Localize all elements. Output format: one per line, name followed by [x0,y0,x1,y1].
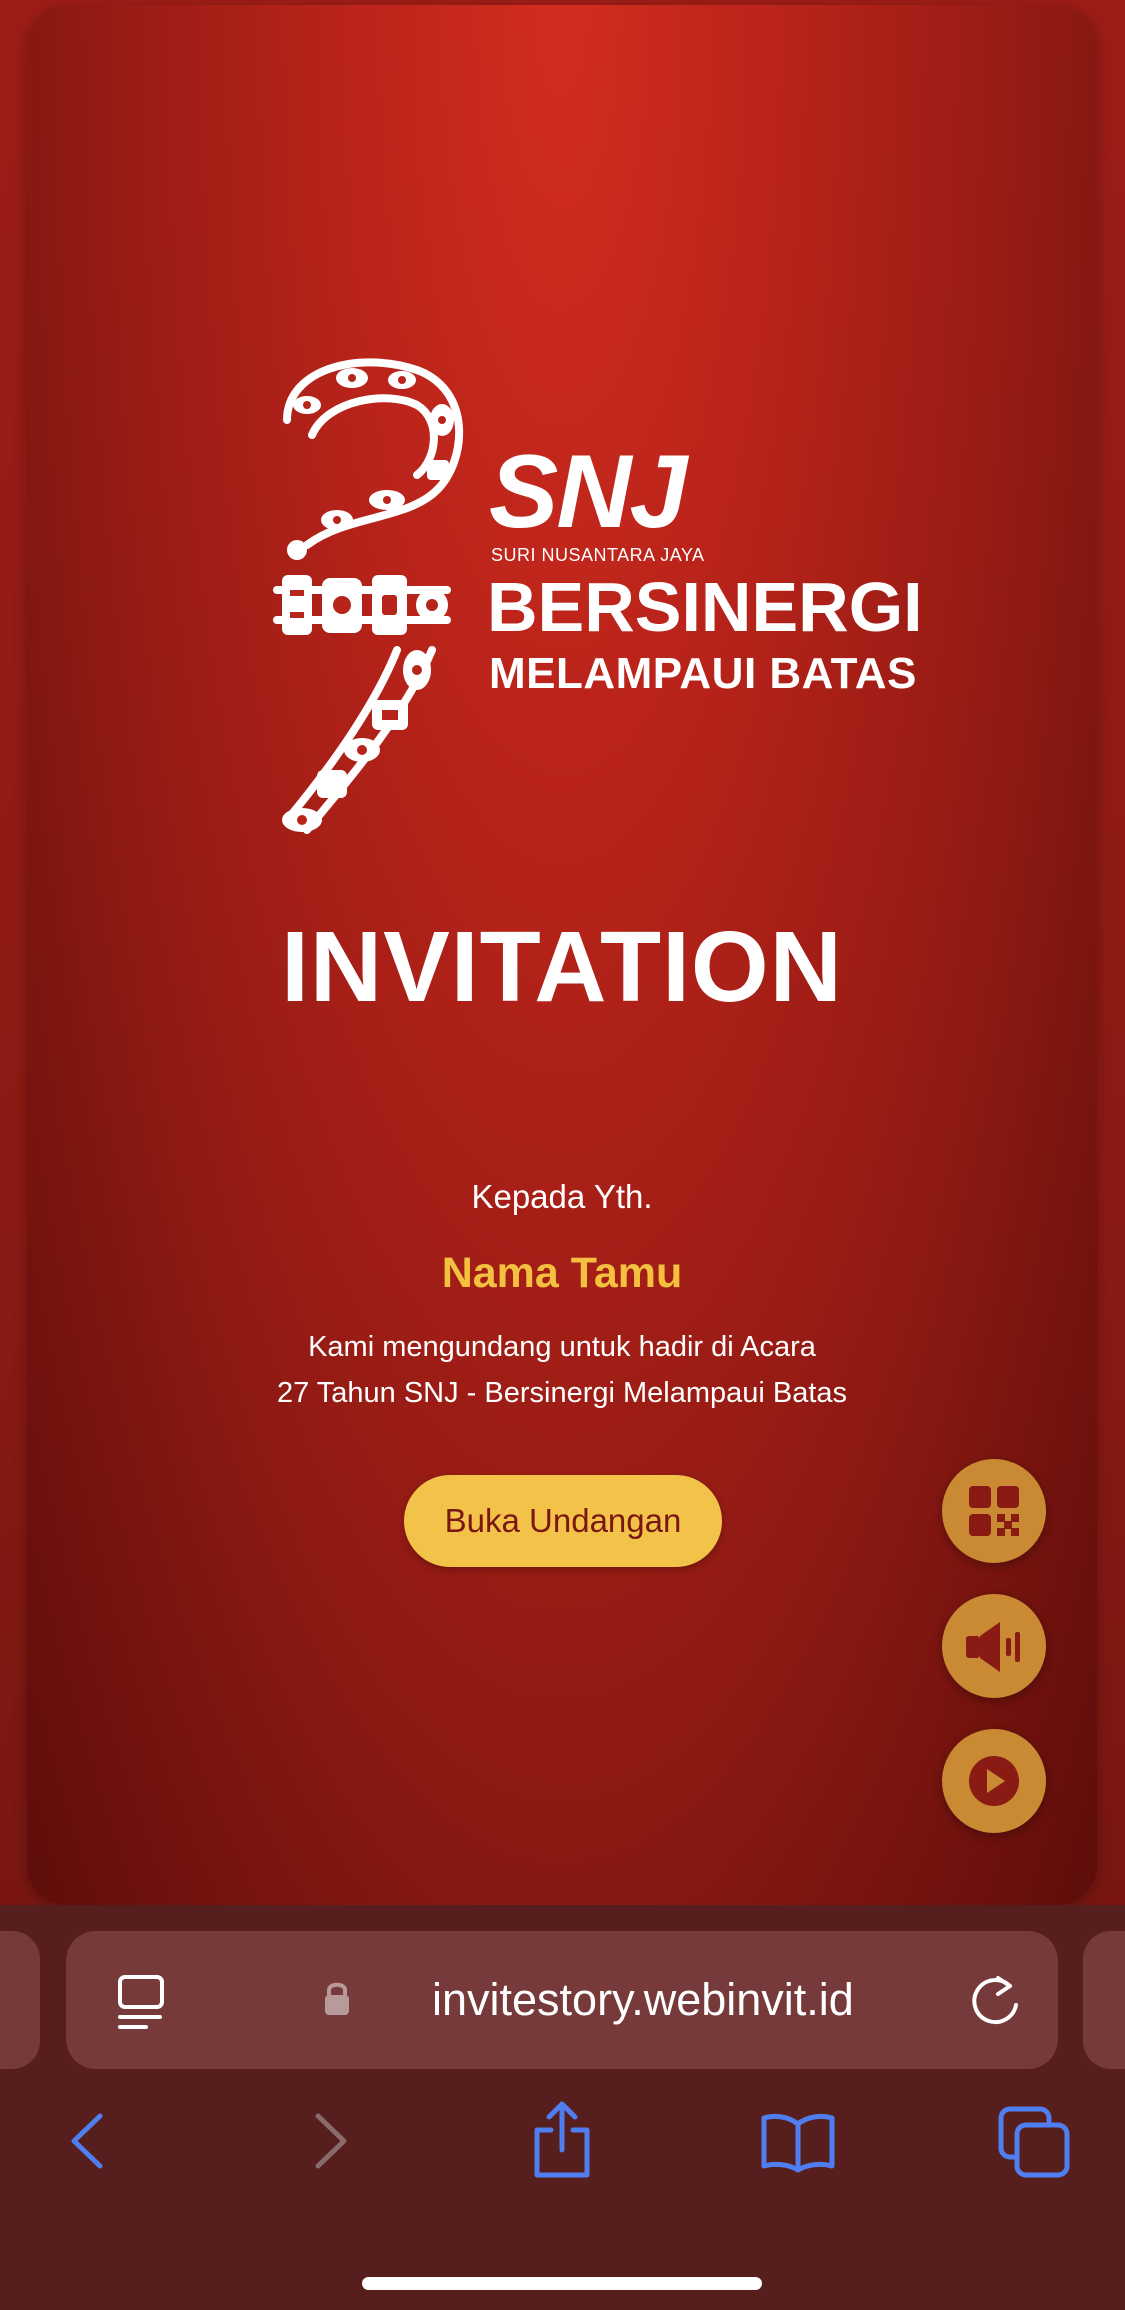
lock-icon [325,1982,349,2015]
snj-anniversary-logo: SNJ SURI NUSANTARA JAYA BERSINERGI MELAM… [267,350,957,850]
qr-code-button[interactable] [942,1459,1046,1563]
bookmarks-icon[interactable] [760,2110,836,2174]
previous-tab-preview[interactable] [0,1931,40,2069]
home-indicator[interactable] [362,2277,762,2290]
qr-code-icon [969,1486,1019,1536]
forward-icon[interactable] [306,2110,354,2172]
invitation-headline: INVITATION [281,911,843,1023]
invite-text-line-2: 27 Tahun SNJ - Bersinergi Melampaui Bata… [276,1377,848,1409]
share-icon[interactable] [527,2100,597,2180]
play-button[interactable] [942,1729,1046,1833]
reader-icon[interactable] [116,1974,168,2030]
tabs-icon[interactable] [997,2105,1071,2179]
speaker-icon [966,1622,1020,1672]
url-text[interactable]: invitestory.webinvit.id [432,1975,854,2025]
reload-icon[interactable] [968,1972,1024,2030]
address-bar[interactable]: invitestory.webinvit.id [66,1931,1058,2069]
number-27-ornament-icon [273,358,464,834]
invite-text-line-1: Kami mengundang untuk hadir di Acara [308,1331,816,1363]
sound-toggle-button[interactable] [942,1594,1046,1698]
brand-logo-text: SNJ [489,434,687,550]
tagline-line-1: BERSINERGI [487,568,923,646]
browser-toolbar: invitestory.webinvit.id [0,1905,1125,2310]
play-icon [969,1756,1019,1806]
guest-name: Nama Tamu [441,1249,683,1297]
page: SNJ SURI NUSANTARA JAYA BERSINERGI MELAM… [0,0,1125,2310]
company-name: SURI NUSANTARA JAYA [491,545,705,565]
next-tab-preview[interactable] [1083,1931,1125,2069]
tagline-line-2: MELAMPAUI BATAS [489,649,917,698]
greeting-text: Kepada Yth. [471,1178,653,1215]
back-icon[interactable] [64,2110,112,2172]
open-invitation-button[interactable]: Buka Undangan [404,1475,722,1567]
invitation-card: SNJ SURI NUSANTARA JAYA BERSINERGI MELAM… [27,5,1097,1905]
